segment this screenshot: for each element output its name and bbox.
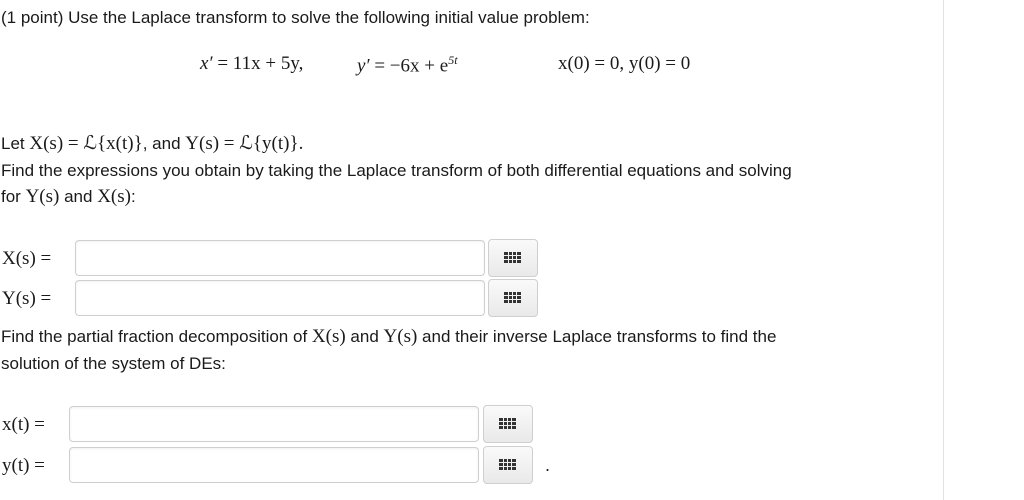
xt-answer-input[interactable] (69, 406, 479, 442)
Ys-ref: Y(s) (25, 186, 60, 207)
eq-x-lhs: x′ (200, 53, 213, 74)
let-and: , and (142, 134, 181, 153)
equation-editor-grid-icon (504, 252, 522, 264)
equation-x: x′ = 11x + 5y, (200, 53, 303, 75)
Xs-answer-input[interactable] (75, 240, 485, 276)
xt-equation-editor-button[interactable] (483, 405, 533, 443)
def-Y: Y(s) = ℒ{y(t)} (185, 133, 299, 154)
eq-y-rhs: = −6x + e (374, 55, 449, 77)
yt-label: y(t) = (2, 455, 45, 476)
eq-y-lhs: y′ (357, 55, 370, 77)
instruction-1-line2: for Y(s) and X(s): (1, 186, 136, 208)
yt-answer-input[interactable] (69, 447, 479, 483)
let-suffix: . (298, 133, 304, 154)
instruction-1-line1: Find the expressions you obtain by takin… (1, 161, 792, 180)
Ys-ref-2: Y(s) (383, 326, 418, 347)
Ys-answer-input[interactable] (75, 280, 485, 316)
instruction-2-line2: solution of the system of DEs: (1, 354, 226, 373)
Xs-label: X(s) = (2, 248, 52, 269)
colon: : (130, 187, 136, 206)
equation-editor-grid-icon (499, 459, 517, 471)
yt-equation-editor-button[interactable] (483, 446, 533, 484)
eq-y-exponent: 5t (448, 53, 458, 67)
Xs-ref: X(s) (97, 186, 131, 207)
and-word: and (64, 187, 93, 206)
and-word-2: and (350, 327, 379, 346)
pfd-suffix: and their inverse Laplace transforms to … (422, 327, 777, 346)
problem-intro: (1 point) Use the Laplace transform to s… (1, 8, 590, 27)
instruction-2-line1: Find the partial fraction decomposition … (1, 326, 776, 348)
let-prefix: Let (1, 134, 25, 153)
eq-x-rhs: = 11x + 5y, (217, 53, 304, 74)
def-X: X(s) = ℒ{x(t)} (29, 133, 143, 154)
Xs-equation-editor-button[interactable] (488, 239, 538, 277)
trailing-period: . (545, 455, 551, 475)
xt-label: x(t) = (2, 414, 45, 435)
Ys-equation-editor-button[interactable] (488, 279, 538, 317)
definition-line: Let X(s) = ℒ{x(t)}, and Y(s) = ℒ{y(t)}. (1, 133, 303, 155)
Ys-label: Y(s) = (2, 288, 52, 309)
problem-panel: (1 point) Use the Laplace transform to s… (0, 0, 944, 500)
equation-editor-grid-icon (499, 418, 517, 430)
Xs-ref-2: X(s) (311, 326, 346, 347)
equation-editor-grid-icon (504, 292, 522, 304)
initial-conditions: x(0) = 0, y(0) = 0 (558, 53, 691, 74)
equation-y: y′ = −6x + e5t (357, 53, 458, 77)
pfd-prefix: Find the partial fraction decomposition … (1, 327, 308, 346)
for-word: for (1, 187, 21, 206)
